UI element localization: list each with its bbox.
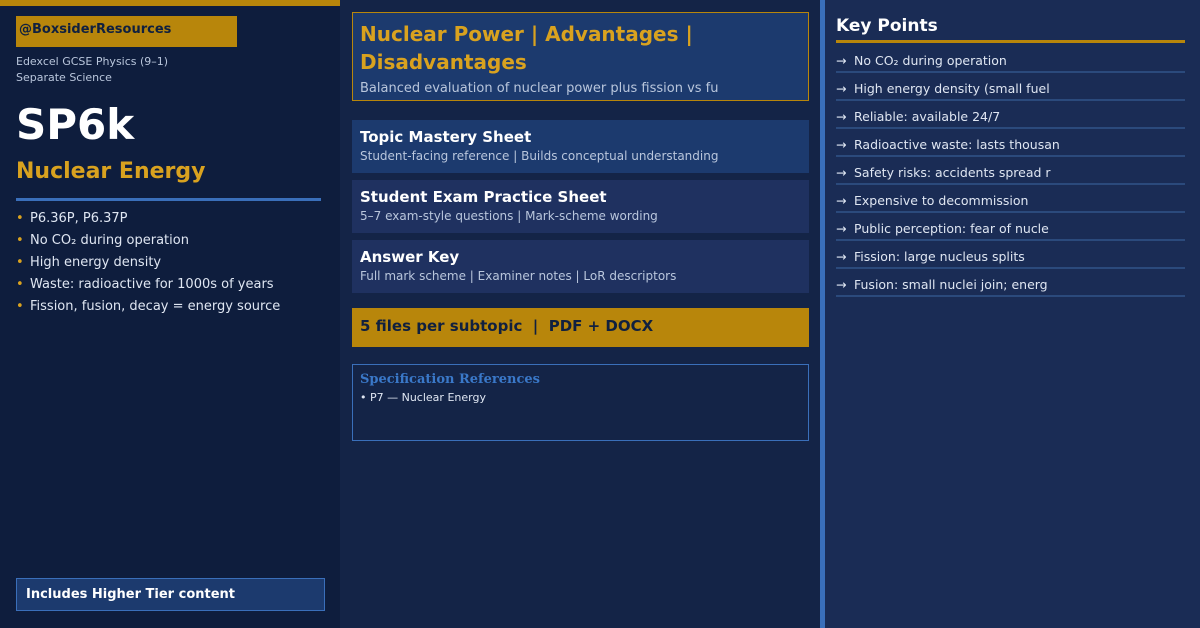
arrow-right-icon: → [836,109,847,124]
key-point-item: → Fission: large nucleus splits [836,241,1185,269]
key-point-text: No CO₂ during operation [854,53,1007,68]
title-box: Nuclear Power | Advantages | Disadvantag… [352,12,809,101]
list-item: • Fission, fusion, decay = energy source [16,296,280,318]
key-point-text: Safety risks: accidents spread r [854,165,1051,180]
key-point-text: Expensive to decommission [854,193,1029,208]
key-point-item: → High energy density (small fuel [836,73,1185,101]
bullet-icon: • [16,233,24,248]
key-point-text: Public perception: fear of nucle [854,221,1049,236]
key-points-list: → No CO₂ during operation → High energy de… [836,45,1185,297]
key-point-text: Reliable: available 24/7 [854,109,1001,124]
key-point-text: Fission: large nucleus splits [854,249,1025,264]
subtopic-title: Nuclear Energy [16,159,206,184]
key-point-item: → No CO₂ during operation [836,45,1185,73]
list-item-text: P6.36P, P6.37P [30,211,128,226]
bullet-icon: • [16,211,24,226]
key-points-title: Key Points [836,16,938,36]
key-points-rule [836,40,1185,43]
course-name: Edexcel GCSE Physics (9–1) [16,55,169,68]
list-item-text: High energy density [30,255,162,270]
list-item: • No CO₂ during operation [16,230,280,252]
list-item: • Waste: radioactive for 1000s of years [16,274,280,296]
key-point-item: → Safety risks: accidents spread r [836,157,1185,185]
list-item-text: No CO₂ during operation [30,233,189,248]
arrow-right-icon: → [836,277,847,292]
key-point-item: → Reliable: available 24/7 [836,101,1185,129]
resource-card-mastery: Topic Mastery Sheet Student-facing refer… [352,120,809,173]
card-subtext: Full mark scheme | Examiner notes | LoR … [360,269,677,283]
brand-handle: @BoxsiderResources [16,16,237,47]
page-description: Balanced evaluation of nuclear power plu… [360,81,718,96]
card-heading: Topic Mastery Sheet [360,128,532,146]
card-heading: Student Exam Practice Sheet [360,188,607,206]
list-item: • High energy density [16,252,280,274]
higher-tier-badge: Includes Higher Tier content [16,578,325,611]
arrow-right-icon: → [836,81,847,96]
spec-references-box: Specification References • P7 — Nuclear … [352,364,809,441]
resource-card-answer-key: Answer Key Full mark scheme | Examiner n… [352,240,809,293]
spec-heading: Specification References [360,372,541,387]
key-point-text: Radioactive waste: lasts thousan [854,137,1060,152]
topic-code: SP6k [16,100,135,149]
arrow-right-icon: → [836,165,847,180]
list-item-text: Waste: radioactive for 1000s of years [30,277,274,292]
key-point-text: High energy density (small fuel [854,81,1050,96]
list-item: • P6.36P, P6.37P [16,208,280,230]
arrow-right-icon: → [836,221,847,236]
top-accent-bar [0,0,340,6]
card-subtext: Student-facing reference | Builds concep… [360,149,719,163]
divider [16,198,321,201]
bullet-icon: • [16,277,24,292]
key-point-item: → Fusion: small nuclei join; energ [836,269,1185,297]
course-subtitle: Separate Science [16,71,112,84]
bullet-icon: • [16,255,24,270]
key-point-text: Fusion: small nuclei join; energ [854,277,1048,292]
list-item-text: Fission, fusion, decay = energy source [30,299,281,314]
arrow-right-icon: → [836,193,847,208]
files-banner: 5 files per subtopic | PDF + DOCX [352,308,809,347]
arrow-right-icon: → [836,53,847,68]
bullet-icon: • [16,299,24,314]
course-info: Edexcel GCSE Physics (9–1) Separate Scie… [16,54,168,86]
key-point-item: → Public perception: fear of nucle [836,213,1185,241]
summary-list: • P6.36P, P6.37P • No CO₂ during operation… [16,208,280,318]
key-point-item: → Expensive to decommission [836,185,1185,213]
page-title: Nuclear Power | Advantages | Disadvantag… [360,22,693,74]
resource-card-exam-practice: Student Exam Practice Sheet 5–7 exam-sty… [352,180,809,233]
arrow-right-icon: → [836,249,847,264]
arrow-right-icon: → [836,137,847,152]
spec-item: • P7 — Nuclear Energy [360,391,486,404]
card-heading: Answer Key [360,248,460,266]
card-subtext: 5–7 exam-style questions | Mark-scheme w… [360,209,658,223]
key-point-item: → Radioactive waste: lasts thousan [836,129,1185,157]
